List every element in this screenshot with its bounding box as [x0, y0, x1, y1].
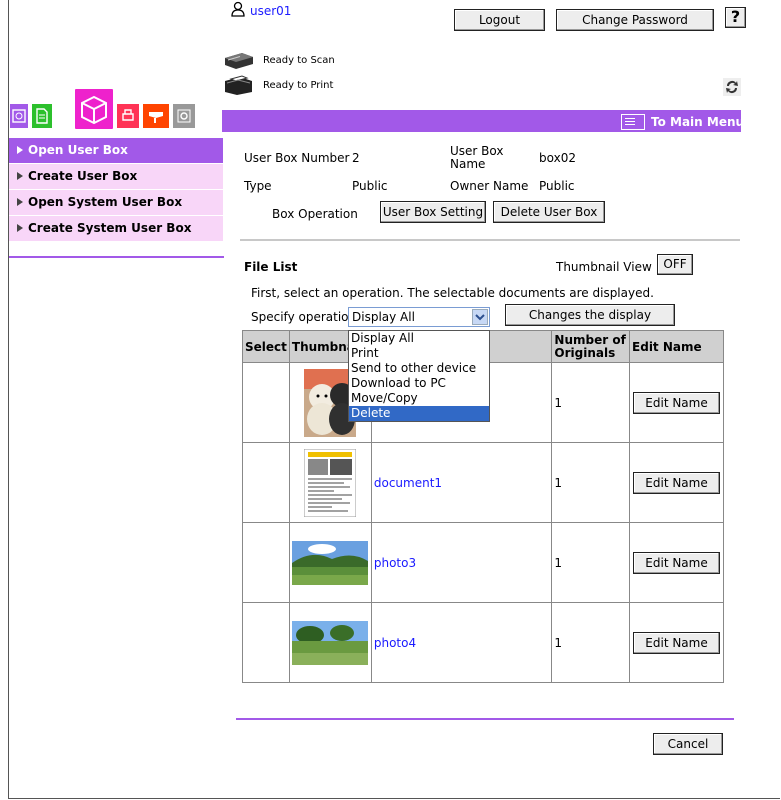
originals-cell: 1: [551, 442, 631, 523]
copy-icon: [12, 109, 26, 123]
table-row: photo3 1 Edit Name: [242, 522, 724, 603]
change-password-button[interactable]: Change Password: [556, 9, 714, 31]
file-name-link[interactable]: photo4: [374, 636, 416, 650]
file-name-cell: photo4: [370, 602, 553, 683]
originals-cell: 1: [551, 362, 631, 443]
main-menu-label: To Main Menu: [651, 115, 745, 129]
sidebar-item-label: Open System User Box: [28, 195, 183, 209]
user-box-setting-button[interactable]: User Box Setting: [380, 201, 486, 223]
menu-icon: [621, 114, 645, 130]
sidebar-item-label: Create System User Box: [28, 221, 192, 235]
file-name-cell: photo3: [370, 522, 553, 603]
sidebar-item-create-user-box[interactable]: Create User Box: [9, 164, 223, 190]
specify-operation-label: Specify operation: [251, 310, 357, 324]
scan-status: Ready to Scan: [263, 55, 335, 66]
changes-display-button[interactable]: Changes the display: [505, 304, 675, 326]
select-cell[interactable]: [242, 522, 290, 603]
type-value: Public: [352, 179, 388, 193]
file-list-title: File List: [244, 260, 298, 274]
tab-copy[interactable]: [9, 103, 29, 129]
sidebar-item-label: Create User Box: [28, 169, 138, 183]
dropdown-option-display-all[interactable]: Display All: [349, 331, 489, 346]
thumbnail-toggle[interactable]: OFF: [657, 254, 693, 275]
column-select: Select: [242, 330, 290, 363]
scanner-icon: [222, 50, 256, 75]
instruction-text: First, select an operation. The selectab…: [251, 286, 654, 300]
edit-cell: Edit Name: [629, 522, 724, 603]
sidebar-item-open-system-user-box[interactable]: Open System User Box: [9, 190, 223, 216]
thumbnail-cell: [288, 522, 372, 603]
chevron-down-icon[interactable]: [472, 309, 488, 325]
edit-name-button[interactable]: Edit Name: [633, 471, 721, 494]
owner-label: Owner Name: [450, 179, 529, 193]
dropdown-option-delete[interactable]: Delete: [349, 406, 489, 421]
sidebar-item-label: Open User Box: [28, 143, 128, 157]
thumbnail-cell: [288, 442, 372, 523]
print-icon: [122, 109, 134, 121]
settings-icon: [177, 109, 191, 123]
logout-button[interactable]: Logout: [454, 9, 545, 31]
file-name-link[interactable]: photo3: [374, 556, 416, 570]
print-status: Ready to Print: [263, 80, 334, 91]
tab-document[interactable]: [31, 103, 53, 129]
tab-print[interactable]: [116, 103, 140, 129]
store-icon: [149, 112, 163, 123]
landscape-thumbnail: [292, 620, 369, 665]
edit-name-button[interactable]: Edit Name: [633, 391, 721, 414]
box-name-label: User Box Name: [450, 144, 504, 171]
edit-name-button[interactable]: Edit Name: [633, 631, 721, 654]
main-menu-link[interactable]: To Main Menu: [621, 113, 744, 131]
operation-dropdown-list[interactable]: Display All Print Send to other device D…: [348, 330, 490, 422]
table-row: document1 1 Edit Name: [242, 442, 724, 523]
dropdown-option-print[interactable]: Print: [349, 346, 489, 361]
help-button[interactable]: ?: [725, 7, 746, 28]
edit-name-button[interactable]: Edit Name: [633, 551, 721, 574]
dropdown-option-download-to-pc[interactable]: Download to PC: [349, 376, 489, 391]
dropdown-option-send-to-other-device[interactable]: Send to other device: [349, 361, 489, 376]
document-icon: [36, 108, 48, 124]
sidebar-divider: [9, 256, 224, 258]
operation-select-value: Display All: [352, 310, 415, 324]
file-name-cell: document1: [370, 442, 553, 523]
originals-cell: 1: [551, 602, 631, 683]
sidebar-item-open-user-box[interactable]: Open User Box: [9, 138, 223, 164]
sidebar-item-create-system-user-box[interactable]: Create System User Box: [9, 216, 223, 242]
owner-value: Public: [539, 179, 575, 193]
tab-store[interactable]: [142, 103, 170, 129]
tab-settings[interactable]: [172, 103, 196, 129]
edit-cell: Edit Name: [629, 602, 724, 683]
select-cell[interactable]: [242, 442, 290, 523]
section-divider: [240, 239, 740, 241]
edit-cell: Edit Name: [629, 362, 724, 443]
box-icon: [81, 95, 107, 125]
edit-cell: Edit Name: [629, 442, 724, 523]
column-originals: Number of Originals: [551, 330, 631, 363]
delete-user-box-button[interactable]: Delete User Box: [493, 201, 605, 223]
box-operation-label: Box Operation: [272, 207, 358, 221]
refresh-icon[interactable]: [723, 78, 741, 99]
select-cell[interactable]: [242, 602, 290, 683]
originals-cell: 1: [551, 522, 631, 603]
select-cell[interactable]: [242, 362, 290, 443]
operation-select[interactable]: Display All: [348, 307, 490, 327]
file-name-link[interactable]: document1: [374, 476, 442, 490]
user-icon: [230, 1, 246, 20]
table-row: photo4 1 Edit Name: [242, 602, 724, 683]
box-name-value: box02: [539, 151, 576, 165]
column-edit-name: Edit Name: [629, 330, 724, 363]
landscape-thumbnail: [292, 540, 369, 585]
type-label: Type: [244, 179, 272, 193]
cancel-button[interactable]: Cancel: [653, 733, 723, 755]
box-number-label: User Box Number: [244, 151, 350, 165]
username-link[interactable]: user01: [250, 4, 291, 18]
thumbnail-cell: [288, 602, 372, 683]
tab-user-box[interactable]: [74, 88, 114, 130]
footer-divider: [236, 718, 734, 720]
thumbnail-view-label: Thumbnail View: [556, 260, 652, 274]
document-thumbnail: [304, 448, 357, 517]
printer-icon: [222, 74, 256, 99]
box-number-value: 2: [352, 151, 360, 165]
dropdown-option-move-copy[interactable]: Move/Copy: [349, 391, 489, 406]
